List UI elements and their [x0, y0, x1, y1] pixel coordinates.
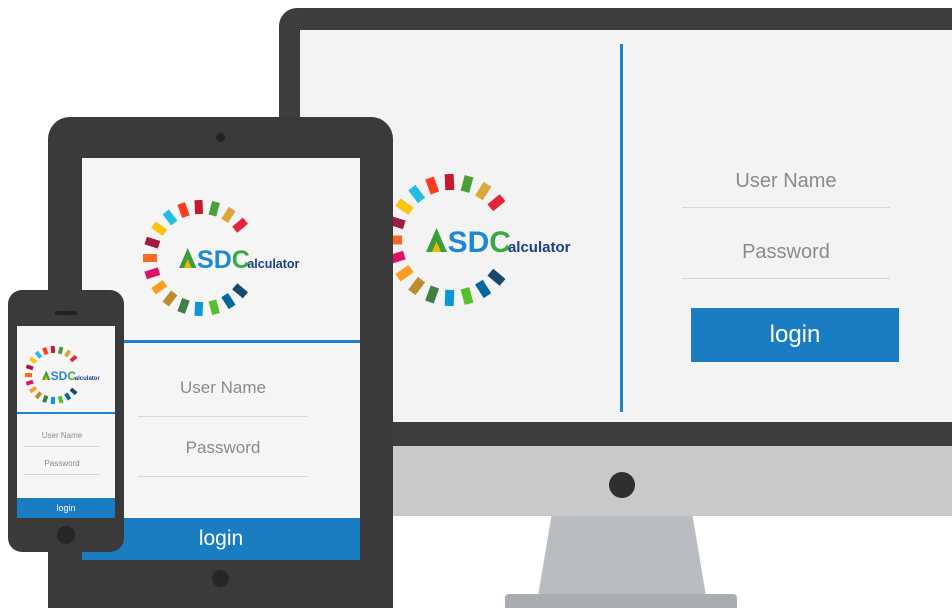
- tablet-password-input[interactable]: Password: [138, 420, 308, 477]
- logo-wordmark: SDCalculator: [51, 369, 101, 383]
- desktop-password-input[interactable]: Password: [682, 226, 890, 279]
- logo-ring-segment: [29, 356, 38, 365]
- desktop-sdc-logo: SDCalculator: [392, 173, 571, 307]
- phone-divider: [17, 412, 115, 414]
- logo-ring-segment: [144, 236, 161, 249]
- tablet-username-input[interactable]: User Name: [138, 360, 308, 417]
- logo-wordmark: SDCalculator: [197, 246, 300, 274]
- logo-ring-segment: [42, 347, 49, 356]
- phone-password-input[interactable]: Password: [24, 452, 100, 475]
- logo-ring-segment: [177, 297, 190, 314]
- phone-speaker: [55, 311, 77, 315]
- logo-ring-segment: [460, 287, 474, 305]
- desktop-username-input[interactable]: User Name: [682, 155, 890, 208]
- logo-ring-segment: [475, 279, 492, 299]
- logo-ring-segment: [425, 176, 440, 195]
- tablet-home-button[interactable]: [212, 570, 229, 587]
- logo-ring-segment: [177, 202, 190, 219]
- logo-ring-segment: [392, 250, 406, 264]
- logo-ring-segment: [151, 279, 168, 295]
- logo-ring-segment: [42, 394, 49, 403]
- monitor-stand-neck: [538, 516, 706, 596]
- logo-ring-segment: [425, 285, 440, 304]
- monitor-logo-dot: [609, 472, 635, 498]
- logo-ring-segment: [29, 385, 38, 394]
- logo-ring-segment: [444, 289, 455, 307]
- logo-ring-segment: [221, 206, 236, 224]
- logo-ring-segment: [162, 290, 178, 307]
- monitor-stand-base: [505, 594, 737, 608]
- logo-ring-segment: [232, 217, 249, 233]
- logo-ring-segment: [34, 391, 43, 400]
- logo-ring-segment: [25, 364, 34, 371]
- logo-ring-segment: [194, 301, 204, 317]
- logo-ring-segment: [69, 354, 78, 363]
- logo-ring-segment: [392, 216, 406, 230]
- logo-ring-segment: [64, 349, 72, 358]
- logo-ring-segment: [208, 299, 220, 316]
- logo-ring-segment: [162, 209, 178, 226]
- logo-ring-segment: [408, 276, 426, 296]
- logo-ring-segment: [475, 181, 492, 201]
- logo-ring-segment: [444, 173, 455, 191]
- logo-ring-segment: [460, 175, 474, 193]
- logo-ring-segment: [194, 199, 204, 215]
- monitor-divider: [620, 44, 623, 412]
- logo-ring-segment: [25, 379, 34, 386]
- logo-ring-segment: [487, 194, 506, 212]
- logo-ring-segment: [64, 392, 72, 401]
- logo-ring-segment: [221, 292, 236, 310]
- desktop-login-button[interactable]: login: [691, 308, 899, 362]
- logo-ring-segment: [57, 395, 64, 404]
- logo-wordmark: SDCalculator: [448, 226, 571, 259]
- phone-username-input[interactable]: User Name: [24, 424, 100, 447]
- logo-ring-segment: [395, 198, 414, 216]
- monitor-chin: [393, 446, 952, 516]
- logo-ring-segment: [408, 184, 426, 204]
- logo-ring-segment: [208, 200, 220, 217]
- logo-ring-segment: [487, 268, 506, 286]
- phone-home-button[interactable]: [57, 526, 75, 544]
- logo-ring-segment: [144, 267, 161, 280]
- tablet-camera: [216, 133, 225, 142]
- phone-sdc-logo: SDCalculator: [25, 345, 101, 405]
- logo-ring-segment: [34, 350, 43, 359]
- logo-ring-segment: [57, 346, 64, 355]
- logo-ring-segment: [69, 387, 78, 396]
- logo-ring-segment: [395, 264, 414, 282]
- logo-ring-segment: [232, 283, 249, 299]
- phone-login-button[interactable]: login: [17, 498, 115, 518]
- logo-ring-segment: [151, 221, 168, 237]
- tablet-sdc-logo: SDCalculator: [143, 199, 300, 317]
